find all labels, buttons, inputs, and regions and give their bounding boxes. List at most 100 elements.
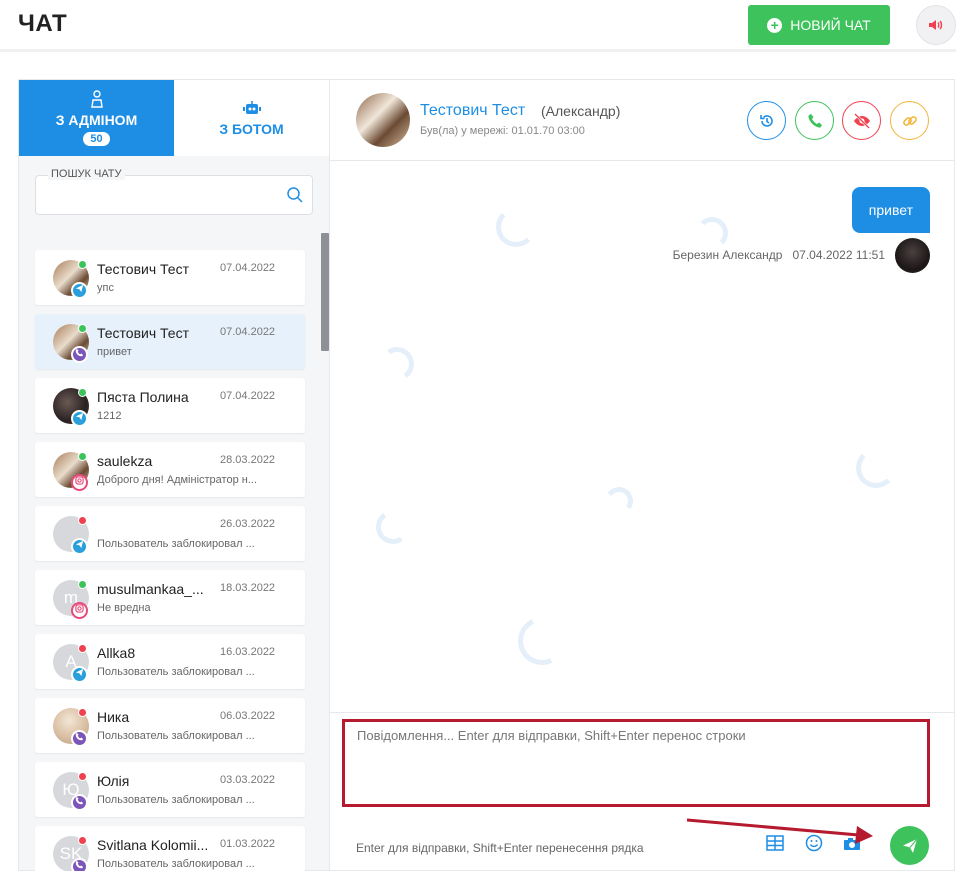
chat-list-item[interactable]: Пяста Полина 07.04.2022 1212 bbox=[35, 378, 305, 433]
viber-icon bbox=[71, 794, 88, 811]
loading-spinner bbox=[856, 448, 896, 488]
status-dot bbox=[78, 580, 87, 589]
link-button[interactable] bbox=[890, 101, 929, 140]
telegram-icon bbox=[71, 666, 88, 683]
message-area: привет Березин Александр 07.04.2022 11:5… bbox=[330, 162, 955, 712]
paper-plane-icon bbox=[902, 838, 917, 853]
contact-last-seen: Був(ла) у мережі: 01.01.70 03:00 bbox=[420, 125, 585, 137]
message-input[interactable] bbox=[342, 719, 930, 807]
contact-name[interactable]: Тестович Тест bbox=[420, 102, 525, 120]
call-button[interactable] bbox=[795, 101, 834, 140]
message-meta: Березин Александр 07.04.2022 11:51 bbox=[673, 248, 885, 262]
status-dot bbox=[78, 324, 87, 333]
block-button[interactable] bbox=[842, 101, 881, 140]
admin-count-badge: 50 bbox=[83, 132, 110, 146]
send-button[interactable] bbox=[890, 826, 929, 865]
chat-date: 18.03.2022 bbox=[220, 582, 276, 594]
status-dot bbox=[78, 644, 87, 653]
tab-bot[interactable]: З БОТОМ bbox=[174, 80, 329, 156]
author-avatar bbox=[895, 238, 930, 273]
chat-preview: упс bbox=[97, 282, 114, 294]
viber-icon bbox=[71, 858, 88, 871]
history-icon bbox=[759, 114, 773, 127]
robot-icon bbox=[242, 101, 261, 114]
telegram-icon bbox=[71, 282, 88, 299]
chat-date: 16.03.2022 bbox=[220, 646, 276, 658]
chat-list-item[interactable]: Ю Юлія 03.03.2022 Пользователь заблокировал… bbox=[35, 762, 305, 817]
chat-list: Тестович Тест 07.04.2022 упс Тестович Тест 0… bbox=[35, 250, 305, 871]
chat-date: 07.04.2022 bbox=[220, 262, 276, 274]
chat-name: Allka8 bbox=[97, 645, 136, 661]
top-bar: ЧАТ + НОВИЙ ЧАТ bbox=[0, 0, 956, 52]
loading-spinner bbox=[511, 610, 573, 672]
chat-date: 07.04.2022 bbox=[220, 390, 276, 402]
chat-list-item[interactable]: m musulmankaa_... 18.03.2022 Не вредна bbox=[35, 570, 305, 625]
loading-spinner bbox=[496, 207, 536, 247]
chat-list-scrollbar[interactable] bbox=[321, 233, 329, 351]
chat-name: Тестович Тест bbox=[97, 261, 189, 277]
status-dot bbox=[78, 516, 87, 525]
chat-tabs: З АДМІНОМ 50 З БОТОМ bbox=[19, 80, 329, 156]
telegram-icon bbox=[71, 538, 88, 555]
chat-list-item[interactable]: SK Svitlana Kolomii... 01.03.2022 Пользоват… bbox=[35, 826, 305, 871]
search-icon[interactable] bbox=[286, 186, 304, 204]
instagram-icon bbox=[71, 474, 88, 491]
chat-list-item[interactable]: saulekza 28.03.2022 Доброго дня! Адміністр… bbox=[35, 442, 305, 497]
new-chat-button[interactable]: + НОВИЙ ЧАТ bbox=[748, 5, 890, 45]
search-input[interactable] bbox=[46, 186, 276, 206]
chat-list-item[interactable]: A Allka8 16.03.2022 Пользователь заблокиров… bbox=[35, 634, 305, 689]
chat-preview: привет bbox=[97, 346, 132, 358]
tab-admin-label: З АДМІНОМ bbox=[55, 112, 138, 128]
chat-date: 03.03.2022 bbox=[220, 774, 276, 786]
chat-list-item[interactable]: Тестович Тест 07.04.2022 привет bbox=[35, 314, 305, 369]
history-button[interactable] bbox=[747, 101, 786, 140]
chat-preview: 1212 bbox=[97, 410, 122, 422]
link-icon bbox=[902, 115, 917, 126]
loading-spinner bbox=[377, 344, 417, 384]
sound-toggle-button[interactable] bbox=[916, 5, 956, 45]
chat-name: musulmankaa_... bbox=[97, 581, 204, 597]
tab-admin[interactable]: З АДМІНОМ 50 bbox=[19, 80, 174, 156]
loading-spinner bbox=[602, 484, 636, 518]
chat-name: Ника bbox=[97, 709, 130, 725]
loading-spinner bbox=[696, 217, 728, 249]
phone-icon bbox=[807, 113, 822, 128]
chat-name: Svitlana Kolomii... bbox=[97, 837, 209, 853]
instagram-icon bbox=[71, 602, 88, 619]
chat-list-item[interactable]: Тестович Тест 07.04.2022 упс bbox=[35, 250, 305, 305]
telegram-icon bbox=[71, 410, 88, 427]
chat-date: 06.03.2022 bbox=[220, 710, 276, 722]
chat-date: 28.03.2022 bbox=[220, 454, 276, 466]
status-dot bbox=[78, 452, 87, 461]
search-box: ПОШУК ЧАТУ bbox=[35, 168, 313, 215]
chat-preview: Пользователь заблокировал ... bbox=[97, 730, 255, 742]
chat-date: 01.03.2022 bbox=[220, 838, 276, 850]
chat-preview: Пользователь заблокировал ... bbox=[97, 858, 255, 870]
chat-list-item[interactable]: Ника 06.03.2022 Пользователь заблокировал … bbox=[35, 698, 305, 753]
composer: Enter для відправки, Shift+Enter перенес… bbox=[330, 712, 955, 871]
annotation-arrow bbox=[686, 818, 873, 844]
chat-name: saulekza bbox=[97, 453, 153, 469]
message-author: Березин Александр bbox=[672, 248, 783, 262]
chat-date: 26.03.2022 bbox=[220, 518, 276, 530]
chat-name: Юлія bbox=[97, 773, 130, 789]
status-dot bbox=[78, 772, 87, 781]
page-title: ЧАТ bbox=[18, 10, 68, 37]
message-bubble: привет bbox=[851, 187, 930, 233]
conversation-panel: Тестович Тест (Александр) Був(ла) у мере… bbox=[330, 79, 955, 871]
viber-icon bbox=[71, 730, 88, 747]
loading-spinner bbox=[373, 507, 413, 547]
message-time: 07.04.2022 11:51 bbox=[792, 248, 885, 262]
chat-list-item[interactable]: 26.03.2022 Пользователь заблокировал ... bbox=[35, 506, 305, 561]
chat-preview: Не вредна bbox=[97, 602, 151, 614]
chat-list-panel: З АДМІНОМ 50 З БОТОМ ПОШУК ЧАТУ Тестович… bbox=[18, 79, 330, 871]
admin-icon bbox=[90, 90, 103, 108]
plus-circle-icon: + bbox=[767, 17, 783, 33]
new-chat-label: НОВИЙ ЧАТ bbox=[790, 17, 871, 33]
chat-name: Пяста Полина bbox=[97, 389, 189, 405]
chat-preview: Пользователь заблокировал ... bbox=[97, 666, 255, 678]
contact-real-name: (Александр) bbox=[541, 103, 621, 119]
chat-preview: Пользователь заблокировал ... bbox=[97, 794, 255, 806]
conversation-header: Тестович Тест (Александр) Був(ла) у мере… bbox=[330, 80, 955, 161]
composer-hint: Enter для відправки, Shift+Enter перенес… bbox=[356, 841, 644, 855]
